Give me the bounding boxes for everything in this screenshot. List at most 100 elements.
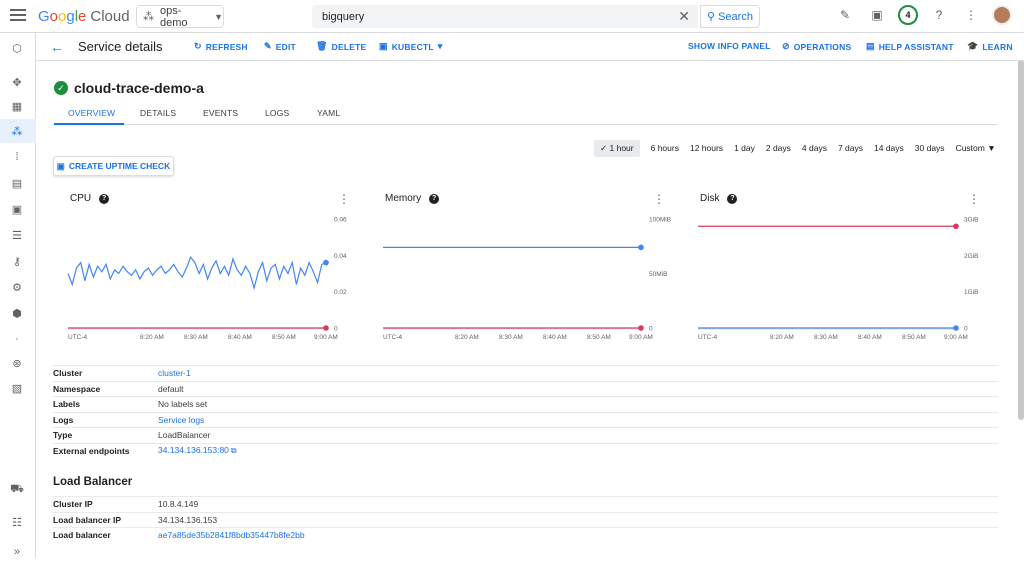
- learn-button[interactable]: 🎓 LEARN: [967, 41, 1013, 52]
- cluster-link[interactable]: cluster-1: [158, 368, 191, 378]
- badge-icon[interactable]: ▧: [8, 379, 26, 397]
- x-tick-label: 8:50 AM: [587, 334, 611, 341]
- x-tick-label: 8:30 AM: [184, 334, 208, 341]
- search-icon: ⚲: [707, 11, 716, 23]
- avatar[interactable]: [992, 5, 1012, 25]
- x-tick-label: 8:20 AM: [140, 334, 164, 341]
- delete-button[interactable]: 🗑 DELETE: [316, 41, 366, 52]
- load-balancer-properties: Cluster IP 10.8.4.149 Load balancer IP 34.…: [53, 496, 998, 543]
- kubectl-button[interactable]: ▣ KUBECTL ▾: [379, 41, 442, 52]
- project-icon: ⁂: [143, 11, 154, 23]
- overview-icon[interactable]: ✥: [8, 73, 26, 91]
- time-range-14-days[interactable]: 14 days: [874, 143, 904, 153]
- service-title: ✓ cloud-trace-demo-a: [54, 80, 204, 96]
- time-range-2-days[interactable]: 2 days: [766, 143, 791, 153]
- project-selector[interactable]: ⁂ ops-demo ▼: [136, 5, 224, 29]
- time-range-4-days[interactable]: 4 days: [802, 143, 827, 153]
- policy-icon[interactable]: ⊛: [8, 354, 26, 372]
- series-end-point: [323, 259, 329, 266]
- cloud-shell-icon[interactable]: ▣: [866, 4, 888, 26]
- service-properties: Cluster cluster-1 Namespace default Labels…: [53, 365, 998, 458]
- y-tick-label: 3GiB: [964, 217, 978, 224]
- more-vert-icon[interactable]: ⋮: [960, 4, 982, 26]
- tab-events[interactable]: EVENTS: [203, 108, 238, 118]
- y-tick-label: 0.04: [334, 253, 347, 260]
- x-tick-label: UTC-4: [698, 334, 718, 341]
- google-cloud-logo[interactable]: Google Cloud: [38, 8, 130, 25]
- property-row: Labels No labels set: [53, 396, 998, 412]
- gear-icon[interactable]: ⚙: [8, 278, 26, 296]
- x-tick-label: 9:00 AM: [629, 334, 653, 341]
- grid-icon[interactable]: ▤: [8, 174, 26, 192]
- time-range-12-hours[interactable]: 12 hours: [690, 143, 723, 153]
- load-balancer-link[interactable]: ae7a85de35b2841f8bdb35447b8fe2bb: [158, 530, 305, 540]
- tab-underline: [54, 123, 124, 125]
- apps-icon[interactable]: ⁞: [8, 148, 26, 166]
- x-tick-label: 8:50 AM: [902, 334, 926, 341]
- caret-down-icon: ▼: [987, 143, 996, 153]
- workloads-icon[interactable]: ⁂: [8, 122, 26, 140]
- x-tick-label: UTC-4: [383, 334, 403, 341]
- help-assistant-button[interactable]: ▤ HELP ASSISTANT: [866, 41, 954, 52]
- kubernetes-icon[interactable]: ⬡: [8, 39, 26, 57]
- service-name: cloud-trace-demo-a: [74, 80, 204, 96]
- scrollbar[interactable]: [1018, 60, 1024, 420]
- pencil-icon: ✎: [264, 41, 272, 51]
- property-row: Type LoadBalancer: [53, 427, 998, 443]
- expand-icon[interactable]: »: [8, 543, 26, 561]
- series-end-point: [953, 325, 959, 331]
- x-tick-label: 9:00 AM: [314, 334, 338, 341]
- property-row: Cluster IP 10.8.4.149: [53, 496, 998, 512]
- top-bar: GoogleCloud ⁂ ops-demo ▼ ✕ ⚲ Search ✎ ▣ …: [0, 0, 1024, 33]
- top-icons: ✎ ▣ 4 ? ⋮: [834, 4, 1012, 26]
- time-range-custom[interactable]: Custom ▼: [956, 143, 996, 153]
- dot-icon[interactable]: ·: [8, 330, 26, 348]
- edit-button[interactable]: ✎ EDIT: [264, 41, 296, 52]
- sidebar: ⬡ ✥ ▦ ⁂ ⁞ ▤ ▣ ☰ ⚷ ⚙ ⬢ · ⊛ ▧ ⛟ ☷ »: [0, 33, 36, 558]
- time-range-1-hour[interactable]: ✓ 1 hour: [594, 139, 640, 157]
- release-notes-icon[interactable]: ☷: [8, 513, 26, 531]
- external-endpoint-link[interactable]: 34.134.136.153:80 ⧉: [158, 445, 237, 456]
- time-range-selector: ✓ 1 hour 6 hours 12 hours 1 day 2 days 4…: [594, 139, 1007, 157]
- marketplace-icon[interactable]: ⛟: [8, 481, 26, 499]
- cube-icon[interactable]: ⬢: [8, 304, 26, 322]
- y-tick-label: 0: [964, 326, 968, 333]
- gemini-icon[interactable]: ✎: [834, 4, 856, 26]
- search-input[interactable]: [312, 10, 662, 23]
- back-arrow-icon[interactable]: ←: [50, 39, 64, 55]
- list-icon[interactable]: ☰: [8, 226, 26, 244]
- tab-overview[interactable]: OVERVIEW: [68, 108, 115, 118]
- property-row: Logs Service logs: [53, 411, 998, 428]
- time-range-7-days[interactable]: 7 days: [838, 143, 863, 153]
- notifications-badge[interactable]: 4: [898, 5, 918, 25]
- trash-icon: 🗑: [316, 41, 328, 51]
- service-logs-link[interactable]: Service logs: [158, 415, 204, 425]
- time-range-1-day[interactable]: 1 day: [734, 143, 755, 153]
- tab-bar: OVERVIEW DETAILS EVENTS LOGS YAML: [54, 103, 998, 125]
- create-uptime-check-button[interactable]: ▣ CREATE UPTIME CHECK: [53, 156, 174, 176]
- search-button[interactable]: ⚲ Search: [700, 5, 760, 28]
- menu-icon[interactable]: [10, 9, 26, 23]
- tab-yaml[interactable]: YAML: [317, 108, 340, 118]
- operations-button[interactable]: ⊘ OPERATIONS: [782, 41, 851, 52]
- tab-logs[interactable]: LOGS: [265, 108, 289, 118]
- property-row: Load balancer IP 34.134.136.153: [53, 511, 998, 528]
- clusters-icon[interactable]: ▦: [8, 97, 26, 115]
- time-range-6-hours[interactable]: 6 hours: [651, 143, 679, 153]
- storage-icon[interactable]: ▣: [8, 200, 26, 218]
- y-tick-label: 0.06: [334, 217, 347, 224]
- show-info-panel-button[interactable]: SHOW INFO PANEL: [688, 41, 771, 51]
- time-range-30-days[interactable]: 30 days: [915, 143, 945, 153]
- key-icon[interactable]: ⚷: [8, 252, 26, 270]
- x-tick-label: 8:40 AM: [228, 334, 252, 341]
- x-tick-label: 8:40 AM: [543, 334, 567, 341]
- property-row: External endpoints 34.134.136.153:80 ⧉: [53, 442, 998, 459]
- clear-icon[interactable]: ✕: [678, 8, 690, 25]
- series-end-point: [953, 223, 959, 230]
- property-row: Cluster cluster-1: [53, 365, 998, 381]
- chart-svg: 100MiB 50MiB 0 UTC-4 8:20 AM 8:30 AM 8:40 AM 8:…: [383, 217, 671, 341]
- help-icon[interactable]: ?: [928, 4, 950, 26]
- tab-details[interactable]: DETAILS: [140, 108, 176, 118]
- x-tick-label: 8:20 AM: [455, 334, 479, 341]
- refresh-button[interactable]: ↻ REFRESH: [194, 41, 248, 52]
